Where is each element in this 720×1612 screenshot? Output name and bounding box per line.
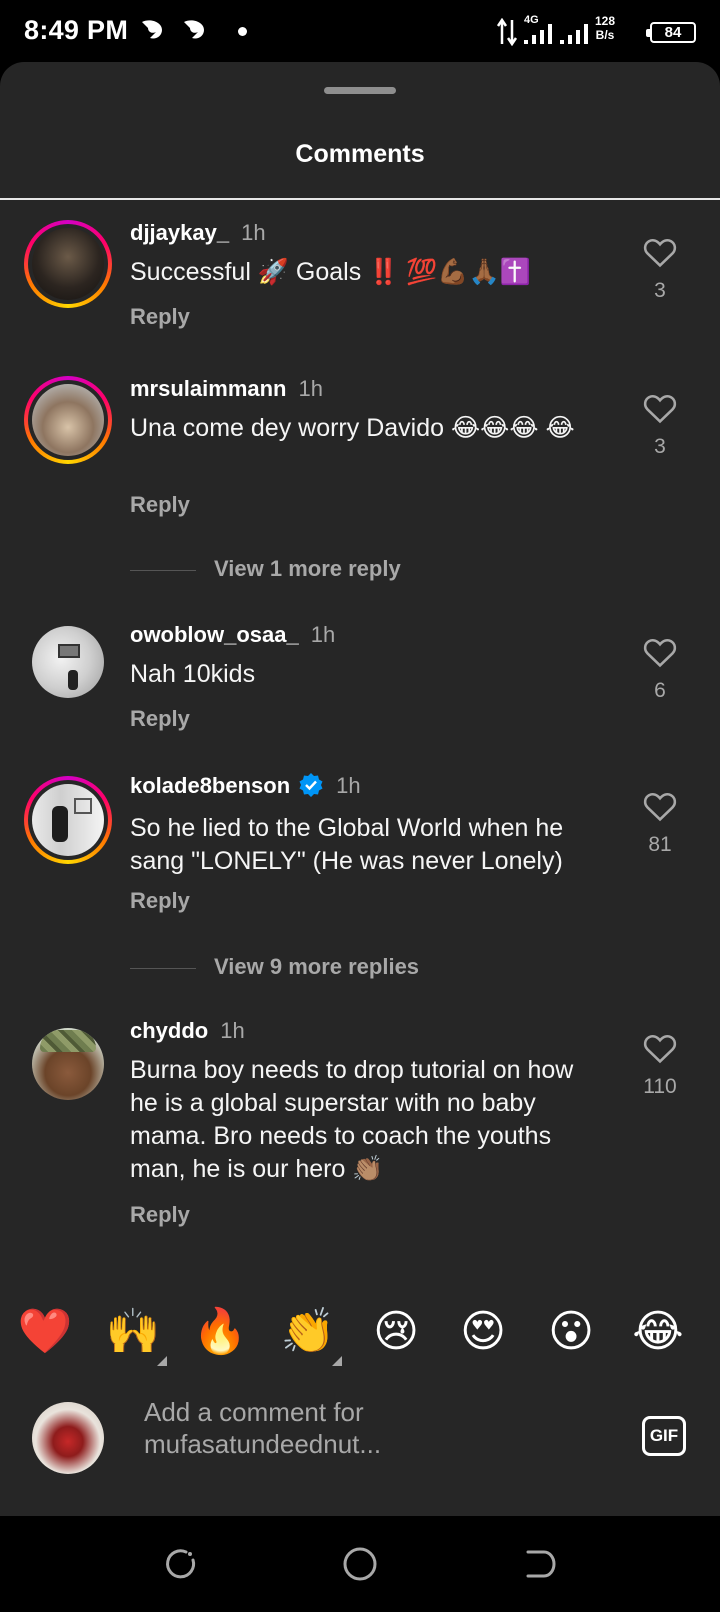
comment-header: owoblow_osaa_ 1h <box>130 622 335 648</box>
reaction-clap[interactable]: 👏 <box>278 1302 342 1366</box>
comment-username[interactable]: djjaykay_ <box>130 220 229 245</box>
home-circle-icon[interactable] <box>342 1546 378 1582</box>
skin-tone-indicator <box>157 1356 167 1366</box>
avatar[interactable] <box>24 376 112 464</box>
view-more-label: View 1 more reply <box>214 556 401 581</box>
comment-time: 1h <box>298 376 323 401</box>
avatar-image <box>32 384 104 456</box>
view-more-label: View 9 more replies <box>214 954 420 979</box>
reply-button[interactable]: Reply <box>130 304 190 330</box>
comment-header: mrsulaimmann 1h <box>130 376 323 402</box>
comment-text: Una come dey worry Davido 😂😂😂 😂 <box>130 414 575 442</box>
like-button[interactable]: 6 <box>636 636 684 703</box>
battery-icon: 84 <box>646 22 696 43</box>
comment-time: 1h <box>220 1018 245 1043</box>
data-transfer-icon <box>496 18 518 46</box>
comment-text: So he lied to the Global World when he s… <box>130 814 564 875</box>
back-icon[interactable] <box>522 1546 558 1582</box>
heart-outline-icon <box>643 239 677 268</box>
reply-button[interactable]: Reply <box>130 492 190 518</box>
comment-username[interactable]: kolade8benson <box>130 773 290 798</box>
avatar-image <box>32 228 104 300</box>
reply-button[interactable]: Reply <box>130 1202 190 1228</box>
reaction-heart[interactable]: ❤️ <box>15 1302 75 1362</box>
status-bar: 8:49 PM 4G 128 B/s 84 <box>0 0 720 64</box>
avatar[interactable] <box>32 626 104 698</box>
clap-icon: 👏 <box>280 1307 336 1356</box>
comment-header: chyddo 1h <box>130 1018 245 1044</box>
comment-username[interactable]: chyddo <box>130 1018 208 1043</box>
divider <box>0 198 720 200</box>
notification-dot-icon <box>238 27 247 36</box>
like-button[interactable]: 3 <box>636 236 684 303</box>
verified-badge-icon <box>299 773 323 797</box>
reaction-heart-eyes[interactable]: 😍 <box>453 1302 513 1362</box>
reaction-raised-hands[interactable]: 🙌 <box>103 1302 167 1366</box>
comment-username[interactable]: mrsulaimmann <box>130 376 287 401</box>
heart-outline-icon <box>643 793 677 822</box>
like-button[interactable]: 81 <box>636 790 684 857</box>
comment-text: Successful 🚀 Goals ‼️ 💯💪🏾🙏🏾✝️ <box>130 258 531 286</box>
avatar[interactable] <box>24 776 112 864</box>
skin-tone-indicator <box>332 1356 342 1366</box>
comment-input[interactable]: Add a comment for mufasatundeednut... <box>144 1396 574 1460</box>
comments-sheet: Comments djjaykay_ 1h Successful 🚀 Goals … <box>0 62 720 1516</box>
status-time: 8:49 PM <box>24 15 129 45</box>
reaction-surprised[interactable]: 😮 <box>541 1302 601 1362</box>
drag-handle[interactable] <box>324 87 396 94</box>
divider <box>130 569 196 571</box>
signal-strength-icon <box>524 24 552 44</box>
reply-button[interactable]: Reply <box>130 706 190 732</box>
comment-text: Burna boy needs to drop tutorial on how … <box>130 1056 574 1183</box>
like-button[interactable]: 3 <box>636 392 684 459</box>
current-user-avatar <box>32 1402 104 1474</box>
recents-icon[interactable] <box>162 1546 198 1582</box>
comment-username[interactable]: owoblow_osaa_ <box>130 622 299 647</box>
system-nav-bar <box>0 1516 720 1612</box>
reaction-fire[interactable]: 🔥 <box>190 1302 250 1362</box>
gif-button[interactable]: GIF <box>642 1416 686 1456</box>
divider <box>130 967 196 969</box>
like-button[interactable]: 110 <box>630 1032 690 1099</box>
comment-header: djjaykay_ 1h <box>130 220 266 246</box>
sheet-title: Comments <box>295 140 425 168</box>
comment-header: kolade8benson 1h <box>130 772 361 799</box>
view-more-replies-button[interactable]: View 9 more replies <box>130 954 419 980</box>
view-more-replies-button[interactable]: View 1 more reply <box>130 556 401 582</box>
comment-text: Nah 10kids <box>130 660 256 688</box>
comment-time: 1h <box>310 622 336 647</box>
avatar[interactable] <box>32 1028 104 1100</box>
notification-app-icon <box>142 20 162 39</box>
comment-composer: Add a comment for mufasatundeednut... GI… <box>0 1372 720 1516</box>
comment-time: 1h <box>336 773 361 798</box>
notification-app-icon <box>184 20 204 39</box>
comment-time: 1h <box>241 220 266 245</box>
reaction-laughing[interactable]: 😂 <box>628 1302 688 1362</box>
reaction-crying[interactable]: 😢 <box>366 1302 426 1362</box>
signal-strength-2-icon <box>560 24 588 44</box>
heart-outline-icon <box>643 395 677 424</box>
like-count: 3 <box>654 279 666 302</box>
like-count: 110 <box>643 1075 677 1098</box>
avatar-figure <box>68 670 78 690</box>
avatar-image <box>58 644 80 658</box>
network-speed: 128 B/s <box>594 14 616 42</box>
quick-reactions-bar: ❤️ 🙌 🔥 👏 😢 😍 😮 😂 <box>0 1302 720 1372</box>
heart-outline-icon <box>643 1035 677 1064</box>
like-count: 3 <box>654 435 666 458</box>
like-count: 81 <box>648 833 672 856</box>
heart-outline-icon <box>643 639 677 668</box>
reply-button[interactable]: Reply <box>130 888 190 914</box>
like-count: 6 <box>654 679 666 702</box>
avatar-image <box>40 1030 96 1052</box>
avatar-image <box>32 784 104 856</box>
raised-hands-icon: 🙌 <box>105 1307 161 1356</box>
avatar[interactable] <box>24 220 112 308</box>
